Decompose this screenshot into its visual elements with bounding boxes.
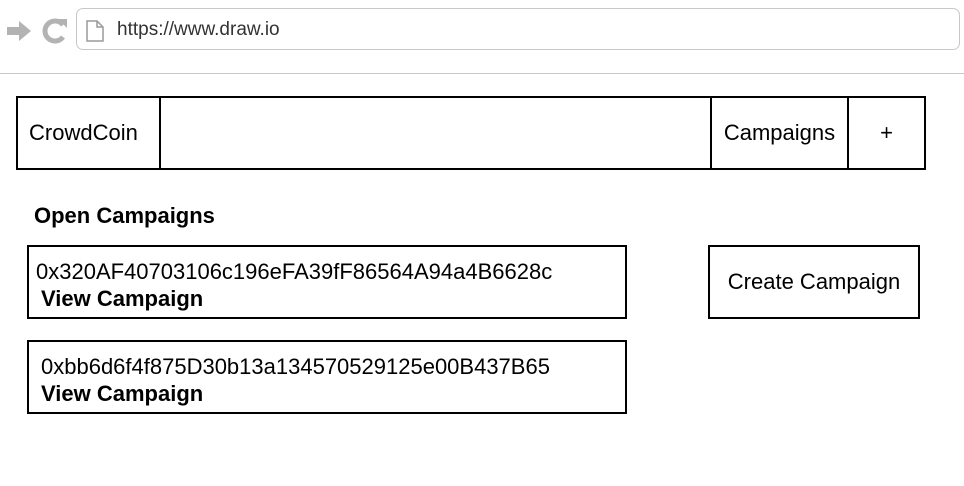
address-bar[interactable]: https://www.draw.io xyxy=(76,8,960,50)
top-menu: CrowdCoin Campaigns + xyxy=(16,96,926,170)
browser-toolbar: https://www.draw.io xyxy=(0,0,964,74)
logo-menu-item[interactable]: CrowdCoin xyxy=(18,98,161,168)
page-heading: Open Campaigns xyxy=(34,203,215,228)
campaign-address: 0x320AF40703106c196eFA39fF86564A94a4B662… xyxy=(36,259,553,284)
view-campaign-link[interactable]: View Campaign xyxy=(41,286,203,312)
view-campaign-link[interactable]: View Campaign xyxy=(41,381,203,407)
campaign-card: 0xbb6d6f4f875D30b13a134570529125e00B437B… xyxy=(27,340,627,414)
arrow-right-icon xyxy=(7,21,31,41)
campaigns-menu-item[interactable]: Campaigns xyxy=(710,98,849,168)
reload-button[interactable] xyxy=(40,16,70,46)
url-text: https://www.draw.io xyxy=(117,19,280,40)
add-menu-item[interactable]: + xyxy=(849,98,924,168)
campaign-address: 0xbb6d6f4f875D30b13a134570529125e00B437B… xyxy=(41,354,550,379)
forward-button[interactable] xyxy=(4,16,34,46)
reload-icon xyxy=(42,18,67,44)
page-icon xyxy=(86,20,104,42)
create-campaign-button[interactable]: Create Campaign xyxy=(708,245,920,319)
campaign-card: 0x320AF40703106c196eFA39fF86564A94a4B662… xyxy=(27,245,627,319)
